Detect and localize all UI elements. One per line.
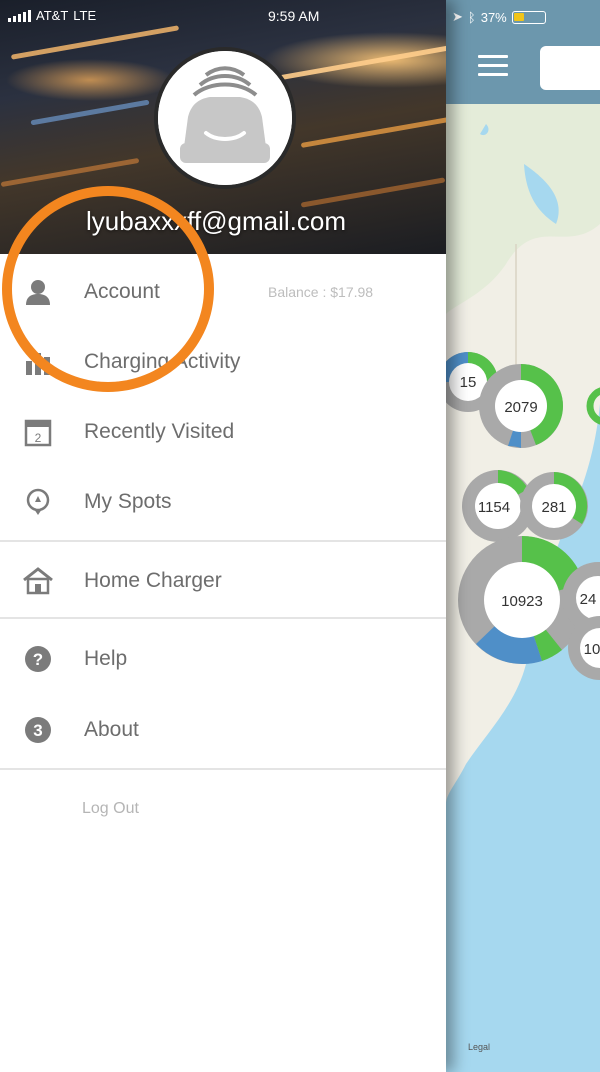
cluster-count: 1154 [478, 499, 510, 516]
status-bar: AT&T LTE 9:59 AM [0, 6, 446, 26]
cluster-count: 10 [584, 641, 600, 658]
navigation-drawer: AT&T LTE 9:59 AM lyubaxxxff@gmail.com Ac… [0, 0, 446, 1072]
bluetooth-icon: ᛒ [467, 9, 476, 25]
menu-divider [0, 540, 446, 542]
header-light-streak [10, 25, 180, 60]
menu-divider [0, 768, 446, 770]
location-icon: ➤ [452, 9, 463, 24]
header-light-streak [300, 117, 446, 148]
avatar[interactable] [154, 47, 296, 189]
question-icon: ? [20, 641, 56, 677]
cluster-count: 10923 [501, 593, 543, 610]
status-bar-right: ➤ ᛒ 37% [452, 8, 596, 26]
menu-label-home-charger: Home Charger [84, 569, 222, 592]
annotation-highlight-circle [2, 186, 214, 392]
header-light-streak [300, 177, 446, 208]
pin-icon [20, 484, 56, 520]
map-header: ➤ ᛒ 37% [446, 0, 600, 104]
svg-text:3: 3 [33, 721, 42, 740]
clock: 9:59 AM [268, 8, 320, 24]
cluster-count: 15 [460, 374, 477, 391]
menu-label-recently-visited: Recently Visited [84, 420, 235, 443]
map-search-field[interactable] [540, 46, 600, 90]
map-view[interactable]: ➤ ᛒ 37% 15 2079 1154 281 10923 24 10 Leg… [446, 0, 600, 1072]
info-icon: 3 [20, 712, 56, 748]
carrier-info: AT&T LTE [8, 8, 96, 23]
menu-label-about: About [84, 718, 139, 741]
house-icon [20, 563, 56, 599]
cluster-count: 24 [580, 591, 597, 608]
svg-text:2: 2 [35, 431, 42, 445]
network-type: LTE [73, 8, 97, 23]
svg-text:?: ? [33, 650, 43, 669]
battery-icon [511, 10, 546, 24]
menu-item-help[interactable]: ? Help [0, 629, 446, 689]
map-canvas[interactable]: 15 2079 1154 281 10923 24 10 [446, 104, 600, 1072]
calendar-icon: 2 [20, 414, 56, 450]
carrier-name: AT&T [36, 8, 69, 23]
logout-link[interactable]: Log Out [82, 800, 139, 818]
account-balance: Balance : $17.98 [268, 284, 374, 300]
cluster-marker[interactable]: 2079 [479, 364, 563, 448]
car-avatar-icon [158, 51, 292, 185]
menu-divider [0, 617, 446, 619]
header-light-streak [30, 99, 150, 126]
menu-item-my-spots[interactable]: My Spots [0, 472, 446, 532]
cluster-marker[interactable]: 281 [520, 472, 588, 540]
header-light-streak [0, 157, 140, 188]
signal-icon [8, 9, 31, 22]
map-graphic: 15 2079 1154 281 10923 24 10 [446, 104, 600, 1072]
map-legal-link[interactable]: Legal [468, 1042, 490, 1052]
header-light-streak [261, 45, 446, 84]
menu-item-recently-visited[interactable]: 2 Recently Visited [0, 402, 446, 462]
cluster-count: 281 [541, 499, 566, 516]
cluster-count: 2079 [504, 399, 537, 416]
battery-percent: 37% [480, 9, 507, 25]
menu-item-about[interactable]: 3 About [0, 700, 446, 760]
hamburger-icon[interactable] [478, 55, 508, 77]
menu-label-help: Help [84, 647, 128, 670]
menu-label-my-spots: My Spots [84, 490, 172, 513]
menu-item-home-charger[interactable]: Home Charger [0, 551, 446, 611]
